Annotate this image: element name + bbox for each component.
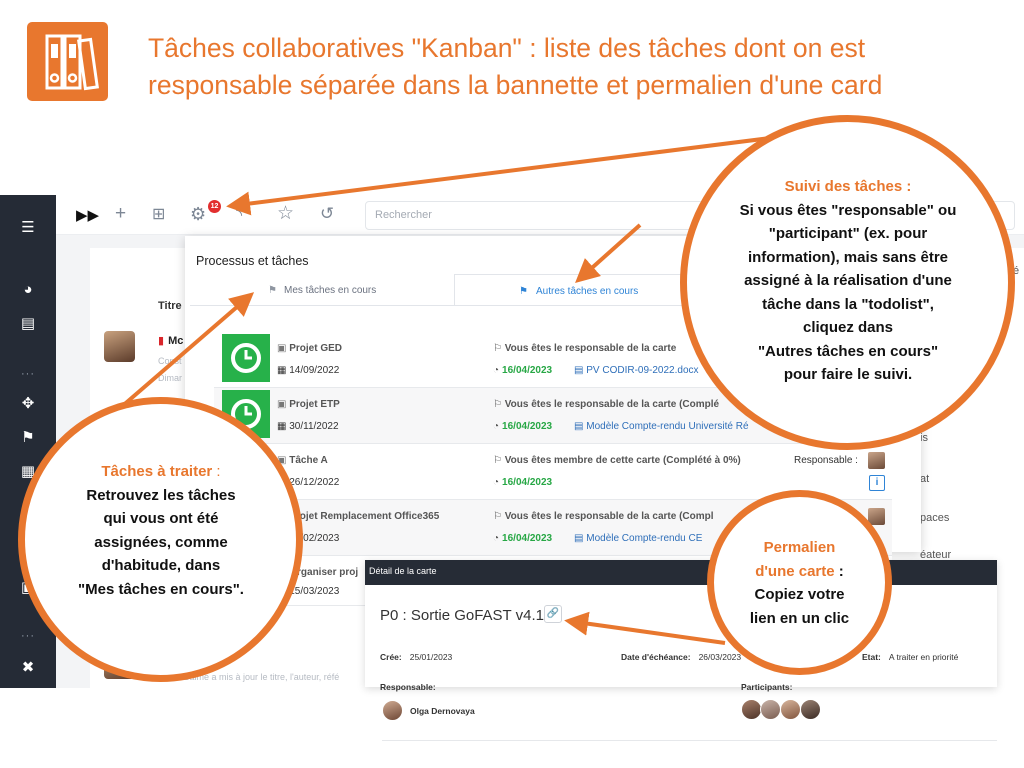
card-title: P0 : Sortie GoFAST v4.1 <box>380 607 544 624</box>
binders-logo-icon <box>27 22 108 101</box>
task-document-link[interactable]: ▤ Modèle Compte-rendu CE <box>574 533 702 544</box>
list-item-sub2: Dimar <box>158 373 182 383</box>
tab-mes-taches[interactable]: ⚑ Mes tâches en cours <box>260 274 450 306</box>
rss-icon[interactable]: ◝ <box>236 205 242 227</box>
notification-badge: 12 <box>208 200 221 213</box>
task-project: ▣ Projet GED <box>277 343 343 354</box>
due-date-field: Date d'échéance: 26/03/2023 <box>621 652 742 662</box>
info-icon[interactable]: i <box>869 475 885 491</box>
list-item-title[interactable]: ▮ Mc <box>158 334 183 347</box>
list-icon[interactable]: ▤ <box>0 315 56 333</box>
add-icon[interactable]: + <box>115 203 126 225</box>
dashboard-icon[interactable]: ◕ <box>0 281 56 299</box>
right-item: at <box>920 473 930 485</box>
task-project: ▣ Projet ETP <box>277 399 340 410</box>
participants-label: Participants: <box>741 682 793 692</box>
list-item-sub1: Const <box>158 356 182 366</box>
tasks-gear-icon[interactable]: ⚙ <box>190 203 206 225</box>
callout-permalien-text: Permalien d'une carte : Copiez votre lie… <box>749 539 850 627</box>
more-dots-icon-2: ··· <box>21 630 35 642</box>
avatar <box>741 699 762 720</box>
task-document-link[interactable]: ▤ Modèle Compte-rendu Université Ré <box>574 421 749 432</box>
responsable-label: Responsable: <box>380 682 436 692</box>
task-role: ⚐ Vous êtes le responsable de la carte (… <box>493 511 714 522</box>
search-placeholder: Rechercher <box>375 209 432 221</box>
column-title: Titre <box>158 300 182 312</box>
right-item: is <box>920 432 928 444</box>
slide-title: Tâches collaboratives "Kanban" : liste d… <box>148 30 1008 104</box>
task-role: ⚐ Vous êtes le responsable de la carte <box>493 343 677 354</box>
avatar <box>800 699 821 720</box>
callout-traiter-text: Tâches à traiter : Retrouvez les tâches … <box>78 463 244 598</box>
responsable-name: Olga Dernovaya <box>410 706 475 716</box>
clock-icon <box>222 334 270 382</box>
history-icon[interactable]: ↺ <box>320 203 334 225</box>
callout-suivi-text: Suivi des tâches : Si vous êtes "respons… <box>739 178 957 383</box>
avatar <box>382 700 403 721</box>
avatar <box>760 699 781 720</box>
more-dots-icon: ··· <box>21 368 35 380</box>
tab-mes-taches-label: Mes tâches en cours <box>284 285 377 296</box>
task-due: ◔ 16/04/2023 <box>493 365 553 376</box>
tree-icon[interactable]: ⊞ <box>152 204 165 226</box>
task-due: ◔ 16/04/2023 <box>493 477 553 488</box>
panel-title: Processus et tâches <box>196 254 309 268</box>
task-due: ◔ 16/04/2023 <box>493 533 553 544</box>
menu-toggle-icon[interactable]: ☰ <box>0 219 56 237</box>
flag-icon[interactable]: ⚑ <box>0 429 56 447</box>
card-detail-header: Détail de la carte <box>365 560 997 585</box>
avatar <box>780 699 801 720</box>
star-icon[interactable]: ☆ <box>277 203 294 225</box>
created-field: Crée: 25/01/2023 <box>380 652 453 662</box>
task-role: ⚐ Vous êtes le responsable de la carte (… <box>493 399 720 410</box>
tab-autres-taches-label: Autres tâches en cours <box>536 286 639 297</box>
slide-title-line1: Tâches collaboratives "Kanban" : liste d… <box>148 33 866 63</box>
task-due: ◔ 16/04/2023 <box>493 421 553 432</box>
task-date: ▦ 30/11/2022 <box>277 421 339 432</box>
task-role: ⚐ Vous êtes membre de cette carte (Compl… <box>493 455 741 466</box>
permalink-link-icon[interactable]: 🔗 <box>544 605 562 623</box>
slide: Tâches collaboratives "Kanban" : liste d… <box>0 0 1024 768</box>
divider <box>382 740 997 741</box>
task-document-link[interactable]: ▤ PV CODIR-09-2022.docx <box>574 365 699 376</box>
task-responsable-label: Responsable : <box>794 455 858 466</box>
state-field: Etat: A traiter en priorité <box>862 652 959 662</box>
avatar <box>868 452 885 469</box>
tools-icon[interactable]: ✖ <box>0 659 56 677</box>
slide-title-line2: responsable séparée dans la bannette et … <box>148 70 883 100</box>
right-item: paces <box>920 512 950 524</box>
fast-forward-icon[interactable]: ▶▶ <box>76 205 99 227</box>
task-date: ▦ 14/09/2022 <box>277 365 340 376</box>
avatar <box>104 331 135 362</box>
network-icon[interactable]: ✥ <box>0 395 56 413</box>
